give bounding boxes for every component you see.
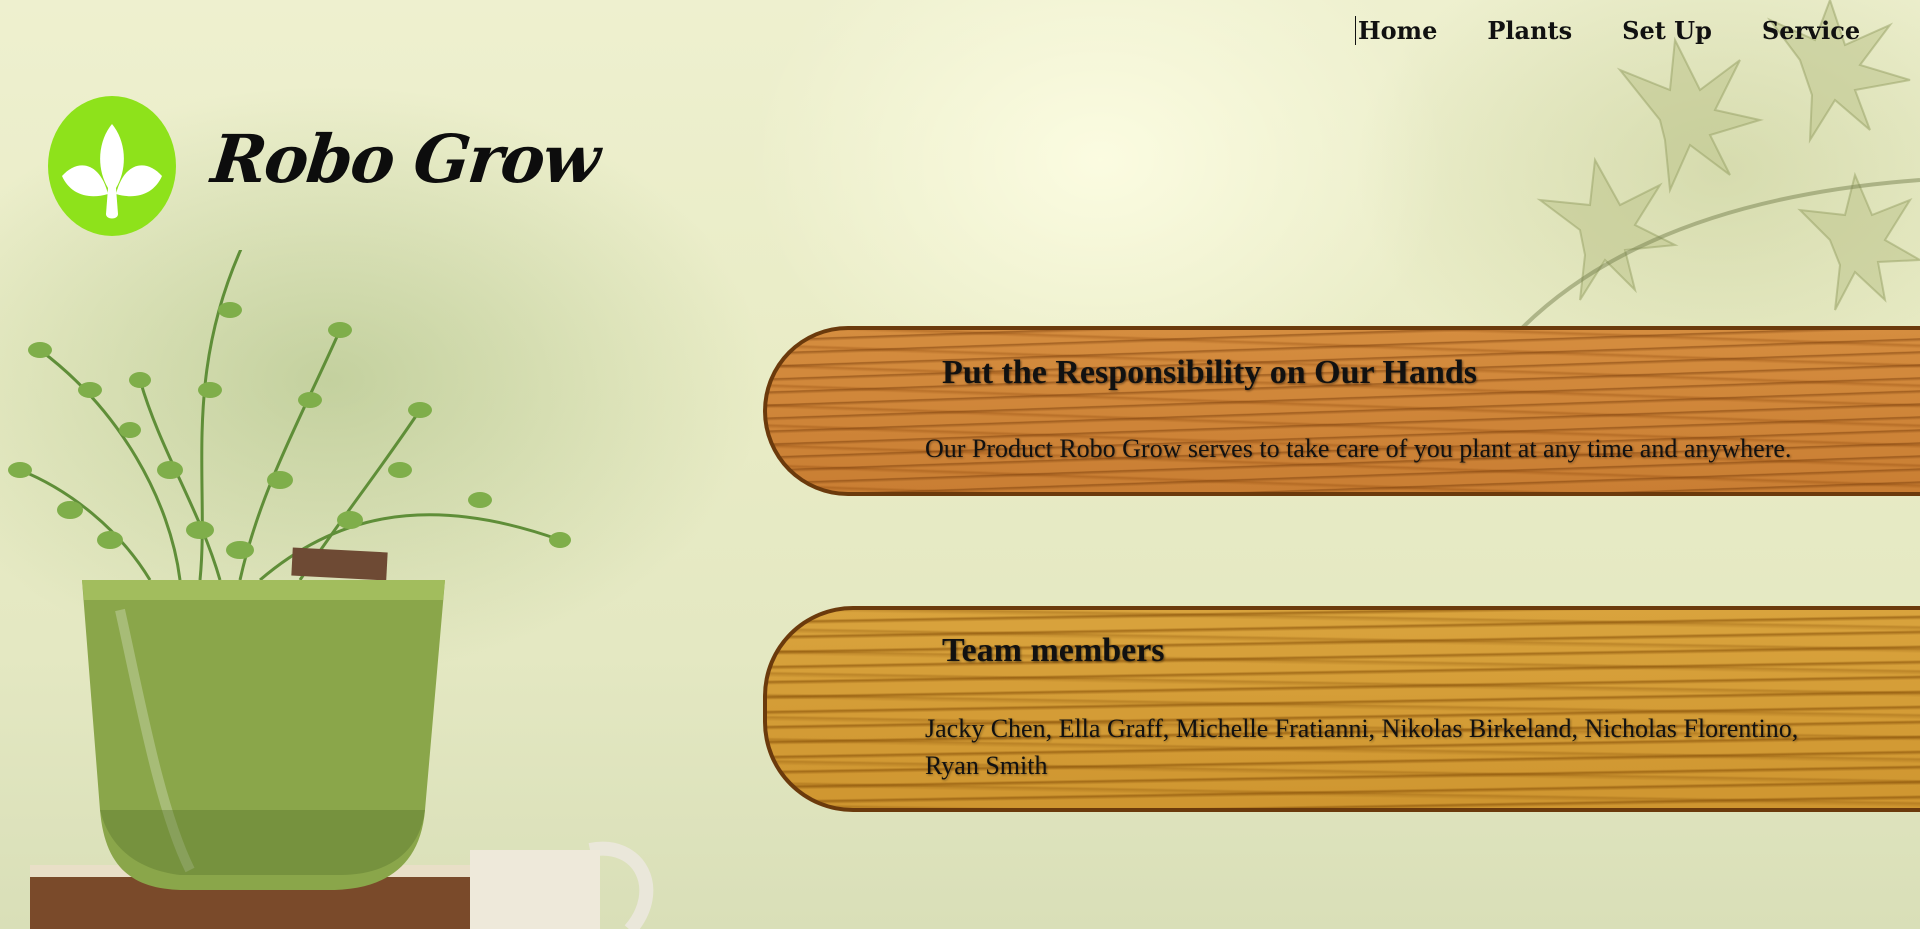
nav-home-link[interactable]: Home bbox=[1355, 16, 1437, 45]
potted-plant-image bbox=[8, 250, 654, 929]
section-text: Our Product Robo Grow serves to take car… bbox=[925, 434, 1792, 463]
section-text: Jacky Chen, Ella Graff, Michelle Fratian… bbox=[925, 714, 1799, 780]
leaf-sprout-icon bbox=[62, 124, 162, 219]
nav-setup-link[interactable]: Set Up bbox=[1622, 16, 1712, 45]
section-heading: Team members bbox=[942, 632, 1165, 669]
logo[interactable] bbox=[48, 96, 176, 236]
section-responsibility: Put the Responsibility on Our Hands Our … bbox=[763, 326, 1920, 496]
top-nav: Home Plants Set Up Service bbox=[1355, 16, 1910, 45]
nav-plants-link[interactable]: Plants bbox=[1487, 16, 1572, 45]
nav-service-link[interactable]: Service bbox=[1762, 16, 1860, 45]
section-heading: Put the Responsibility on Our Hands bbox=[942, 354, 1478, 391]
brand-title: Robo Grow bbox=[207, 120, 603, 198]
section-team-members: Team members Jacky Chen, Ella Graff, Mic… bbox=[763, 606, 1920, 812]
background-leaves-image bbox=[1518, 0, 1920, 330]
page: Home Plants Set Up Service Robo Grow Put… bbox=[0, 0, 1920, 929]
